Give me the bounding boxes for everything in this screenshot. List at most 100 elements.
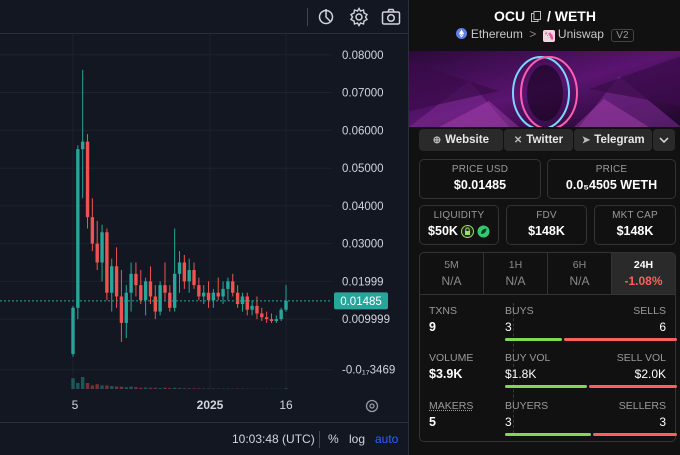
buys-value: 3 — [505, 320, 512, 334]
candles — [71, 69, 288, 357]
candle — [284, 285, 288, 312]
percent-scale-toggle[interactable]: % — [328, 432, 339, 446]
timeframe-tabs: 5M N/A 1H N/A 6H N/A 24H -1.08% — [419, 252, 676, 295]
tab-6h-value: N/A — [569, 274, 590, 288]
settings-gear-icon[interactable] — [348, 6, 370, 28]
auto-scale-toggle[interactable]: auto — [375, 432, 398, 446]
candle — [134, 262, 138, 297]
volume-bar — [148, 387, 153, 389]
telegram-button[interactable]: ➤ Telegram — [574, 129, 653, 151]
sells-ratio-bar — [564, 338, 677, 341]
candle-body — [71, 307, 75, 354]
candle-body — [279, 309, 283, 320]
candle-body — [129, 273, 133, 293]
volume-bar — [90, 385, 95, 389]
candle-body — [206, 292, 211, 301]
candle — [148, 266, 153, 305]
chain-link[interactable]: Ethereum — [471, 27, 523, 41]
candle-body — [240, 296, 245, 305]
candle-body — [197, 285, 201, 297]
market-cap-label: MKT CAP — [612, 210, 658, 221]
chart-bottom-bar: 10:03:48 (UTC) % log auto — [0, 422, 408, 455]
market-cap-card: MKT CAP $148K — [594, 205, 676, 245]
fdv-card: FDV $148K — [506, 205, 587, 245]
volume-bar — [172, 387, 177, 389]
sellers-ratio-bar — [593, 433, 677, 436]
tab-6h[interactable]: 6H N/A — [548, 253, 612, 294]
tab-5m[interactable]: 5M N/A — [420, 253, 484, 294]
tab-24h[interactable]: 24H -1.08% — [612, 253, 675, 294]
candle-body — [76, 149, 80, 308]
camera-icon[interactable] — [380, 6, 402, 28]
uniswap-icon: 🦄 — [542, 30, 555, 42]
leaf-icon — [477, 225, 490, 237]
website-button[interactable]: ⊕ Website — [419, 129, 503, 151]
candle — [95, 220, 99, 271]
volume-bar — [187, 388, 191, 389]
candle-body — [80, 141, 85, 150]
candle-body — [134, 273, 138, 286]
candle-body — [187, 270, 191, 282]
dex-link[interactable]: Uniswap — [558, 27, 604, 41]
candle-body — [192, 270, 196, 286]
candle-body — [284, 300, 288, 310]
volume-bar — [197, 388, 201, 389]
volume-bar — [129, 386, 133, 389]
fdv-label: FDV — [536, 210, 557, 221]
candle — [100, 224, 104, 282]
chart-panel[interactable]: 0.08000 0.07000 0.06000 0.05000 0.04000 0.030… — [0, 0, 408, 455]
buyers-label: BUYERS — [505, 400, 549, 412]
goto-realtime-icon[interactable] — [365, 399, 379, 413]
volume-bar — [80, 377, 85, 389]
indicator-icon[interactable] — [316, 6, 338, 28]
volume-bar — [153, 387, 157, 389]
price-axis-label: 0.07000 — [342, 88, 384, 100]
twitter-button[interactable]: ✕ Twitter — [503, 129, 574, 151]
volume-bar — [134, 387, 138, 389]
volume-label: VOLUME — [429, 352, 474, 364]
tab-6h-label: 6H — [572, 259, 587, 271]
candle-body — [143, 281, 148, 301]
buys-label: BUYS — [505, 305, 534, 317]
candle-body — [216, 292, 220, 297]
candle — [255, 296, 259, 320]
price-axis-label: -0.0₁₇3469 — [342, 365, 395, 377]
candle-body — [182, 262, 187, 282]
volume-bar — [85, 383, 90, 389]
candle — [80, 69, 85, 199]
tab-24h-label: 24H — [633, 259, 654, 271]
candlestick-chart[interactable]: 0.08000 0.07000 0.06000 0.05000 0.04000 0.030… — [0, 34, 408, 422]
base-token-symbol: OCU — [494, 8, 526, 24]
volume-bar — [143, 387, 148, 389]
log-scale-toggle[interactable]: log — [349, 432, 365, 446]
tab-1h[interactable]: 1H N/A — [484, 253, 548, 294]
lock-icon — [460, 224, 474, 238]
buy-vol-value: $1.8K — [505, 367, 537, 381]
candle-body — [264, 317, 269, 320]
sell-vol-value: $2.0K — [634, 367, 666, 381]
candle — [85, 134, 90, 229]
current-price-label: 0.01485 — [340, 296, 382, 308]
buys-ratio-bar — [505, 338, 562, 341]
candle — [114, 247, 119, 308]
candle — [187, 258, 191, 293]
candle-body — [245, 296, 249, 310]
copy-icon[interactable] — [531, 11, 542, 22]
candle — [158, 281, 162, 316]
volume-bar — [110, 386, 114, 389]
candle — [211, 288, 216, 308]
candle-body — [172, 273, 177, 308]
x-logo-icon: ✕ — [513, 134, 523, 146]
more-links-button[interactable] — [653, 129, 675, 151]
candle — [245, 292, 249, 316]
candle-body — [250, 305, 254, 310]
liquidity-value: $50K — [428, 224, 458, 238]
candle — [172, 228, 177, 312]
price-axis-label: 0.03000 — [342, 239, 384, 251]
volume-bar — [124, 387, 128, 389]
candle-body — [226, 281, 230, 289]
candle — [124, 285, 128, 339]
candle-body — [114, 266, 119, 297]
candle-body — [90, 217, 95, 244]
price-usd-card: PRICE USD $0.01485 — [419, 159, 541, 199]
